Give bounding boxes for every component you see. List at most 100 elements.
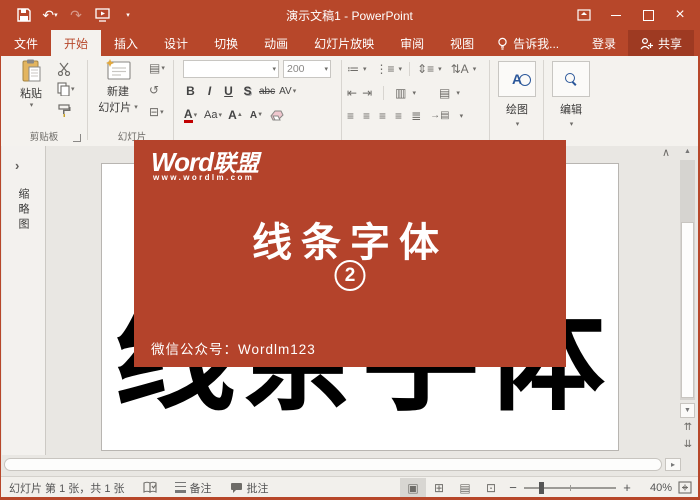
italic-icon: I (207, 84, 212, 98)
decrease-indent-icon[interactable]: ⇤ (347, 87, 357, 99)
align-left-icon[interactable]: ≡ (347, 110, 354, 122)
drawing-button[interactable]: A (498, 61, 536, 97)
zoom-out-button[interactable]: − (504, 480, 522, 495)
zoom-level[interactable]: 40% (636, 482, 672, 494)
change-case-dropdown-icon: ▾ (218, 112, 222, 119)
convert-smartart-icon[interactable]: →▤ (430, 111, 449, 121)
slide-counter[interactable]: 幻灯片 第 1 张，共 1 张 (9, 480, 125, 496)
distribute-icon[interactable]: ≣ (411, 110, 421, 122)
align-right-icon[interactable]: ≡ (379, 110, 386, 122)
comments-button[interactable]: 批注 (230, 480, 269, 496)
font-color-button[interactable]: A ▾ (183, 106, 198, 124)
scroll-down-button[interactable]: ▼ (680, 403, 695, 418)
editing-button[interactable] (552, 61, 590, 97)
align-center-icon[interactable]: ≡ (363, 110, 370, 122)
section-button[interactable]: ⊟ ▾ (149, 106, 164, 118)
scroll-right-button[interactable]: ▸ (665, 458, 681, 471)
signin-button[interactable]: 登录 (580, 30, 628, 56)
vertical-scroll-thumb[interactable] (681, 222, 694, 398)
maximize-button[interactable] (632, 0, 664, 30)
thumbnail-panel[interactable]: › 缩略图 (2, 146, 46, 455)
tab-insert[interactable]: 插入 (101, 30, 151, 56)
increase-indent-icon[interactable]: ⇥ (362, 87, 372, 99)
strikethrough-button[interactable]: abc (259, 82, 275, 100)
clipboard-dialog-launcher-icon[interactable] (73, 134, 81, 142)
reset-slide-button[interactable]: ↺ (149, 84, 159, 96)
section-dropdown-icon: ▾ (160, 109, 164, 116)
numbering-icon[interactable]: ⋮≡ (376, 63, 395, 75)
italic-button[interactable]: I (202, 82, 217, 100)
align-text-icon[interactable]: ▤ (439, 87, 450, 99)
mini-separator (383, 86, 385, 100)
tab-design[interactable]: 设计 (151, 30, 201, 56)
normal-view-button[interactable]: ▣ (400, 478, 426, 497)
horizontal-scroll-thumb[interactable] (4, 458, 662, 471)
share-button[interactable]: 共享 (627, 30, 694, 56)
paste-button[interactable]: 粘贴 ▾ (11, 59, 51, 109)
previous-slide-button[interactable]: ⇈ (681, 422, 695, 433)
tab-view[interactable]: 视图 (437, 30, 487, 56)
zoom-slider[interactable] (524, 481, 616, 494)
text-shadow-button[interactable]: S (240, 82, 255, 100)
tab-home[interactable]: 开始 (51, 30, 102, 56)
grow-font-button[interactable]: A ▲ (228, 106, 243, 124)
vertical-scrollbar[interactable]: ▲ ▼ ⇈ ⇊ (680, 146, 695, 456)
ribbon-display-options-button[interactable] (568, 0, 600, 30)
start-slideshow-button[interactable] (91, 4, 113, 26)
tab-animations[interactable]: 动画 (251, 30, 301, 56)
close-button[interactable]: × (664, 0, 696, 30)
zoom-in-button[interactable]: + (618, 480, 636, 495)
tab-file[interactable]: 文件 (1, 30, 51, 56)
notes-button[interactable]: 备注 (174, 480, 212, 496)
line-spacing-icon[interactable]: ⇕≡ (417, 63, 434, 75)
font-size-combo[interactable]: ▾ (283, 60, 331, 78)
horizontal-scrollbar[interactable]: ▸ (3, 457, 681, 472)
slide-sorter-view-button[interactable]: ⊞ (426, 478, 452, 497)
tab-slideshow[interactable]: 幻灯片放映 (301, 30, 387, 56)
cut-button[interactable] (57, 62, 71, 76)
new-slide-button[interactable]: 新建 幻灯片 ▾ (93, 59, 143, 115)
format-painter-button[interactable] (57, 104, 71, 117)
scroll-up-icon[interactable]: ▲ (680, 148, 695, 155)
grow-font-icon: A (228, 108, 237, 122)
justify-icon[interactable]: ≡ (395, 110, 402, 122)
paste-dropdown-icon: ▾ (29, 102, 34, 109)
font-group: ▾ ▾ B I U S abc AV▾ A▾ Aa▾ A▲ A▼ (177, 56, 339, 144)
redo-button[interactable]: ↷ (65, 4, 87, 26)
underline-button[interactable]: U (221, 82, 236, 100)
tellme-box[interactable]: 告诉我... (487, 30, 569, 56)
shrink-font-button[interactable]: A ▼ (249, 106, 264, 124)
character-spacing-button[interactable]: AV ▾ (279, 82, 296, 100)
minimize-button[interactable] (600, 0, 632, 30)
reading-view-button[interactable]: ▤ (452, 478, 478, 497)
font-size-input[interactable] (284, 63, 324, 75)
wordlm-overlay-card: Word联盟 www.wordlm.com 线条字体 2 微信公众号：Wordl… (134, 140, 566, 367)
tab-review[interactable]: 审阅 (387, 30, 437, 56)
save-button[interactable] (13, 4, 35, 26)
comments-label: 批注 (246, 482, 269, 495)
undo-button[interactable]: ↶ ▾ (39, 4, 61, 26)
zoom-slider-thumb[interactable] (538, 481, 544, 494)
slide-layout-button[interactable]: ▤ ▾ (149, 62, 165, 74)
tab-transitions[interactable]: 切换 (201, 30, 251, 56)
font-name-input[interactable] (184, 63, 272, 75)
clear-formatting-button[interactable] (270, 106, 285, 124)
font-name-combo[interactable]: ▾ (183, 60, 279, 78)
text-direction-icon[interactable]: ⇅A (451, 63, 469, 75)
columns-dropdown-icon: ▾ (412, 90, 416, 97)
next-slide-button[interactable]: ⇊ (681, 439, 695, 450)
bullets-icon[interactable]: ≔ (347, 63, 359, 75)
collapse-ribbon-icon[interactable]: ∧ (662, 146, 670, 159)
copy-button[interactable]: ▾ (57, 82, 75, 96)
columns-icon[interactable]: ▥ (395, 87, 406, 99)
vertical-scroll-track[interactable] (680, 160, 695, 400)
expand-thumbnails-icon[interactable]: › (15, 158, 19, 173)
customize-qat-button[interactable]: ▾ (117, 4, 139, 26)
proofing-button[interactable] (142, 481, 157, 494)
change-case-button[interactable]: Aa ▾ (204, 106, 222, 124)
slideshow-view-button[interactable]: ⊡ (478, 478, 504, 497)
bold-button[interactable]: B (183, 82, 198, 100)
fit-to-window-button[interactable] (678, 481, 692, 494)
layout-dropdown-icon: ▾ (161, 65, 165, 72)
font-size-dropdown-icon: ▾ (324, 66, 328, 73)
